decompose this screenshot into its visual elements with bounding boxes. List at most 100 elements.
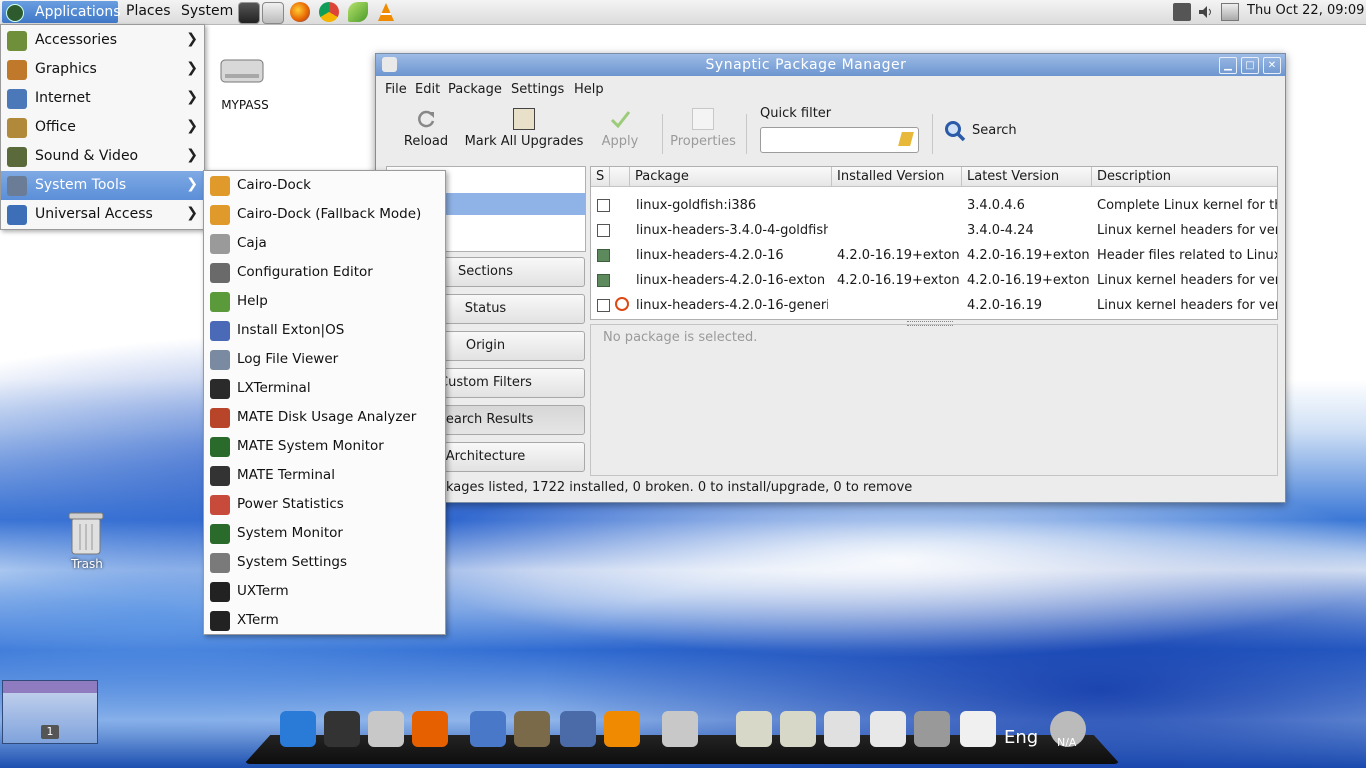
submenu-item[interactable]: Install Exton|OS xyxy=(204,316,445,345)
col-header-description[interactable]: Description xyxy=(1092,167,1277,187)
submenu-item[interactable]: MATE Disk Usage Analyzer xyxy=(204,403,445,432)
vlc-dock-icon[interactable] xyxy=(604,711,640,747)
pane-resize-handle[interactable] xyxy=(907,321,953,326)
menu-item-system-tools[interactable]: System Tools ❯ xyxy=(1,171,204,200)
submenu-item[interactable]: System Monitor xyxy=(204,519,445,548)
package-row[interactable]: linux-goldfish:i386 3.4.0.4.6 Complete Lin… xyxy=(591,193,1277,218)
gimp-icon[interactable] xyxy=(514,711,550,747)
synaptic-dock-icon[interactable] xyxy=(368,711,404,747)
submenu-item[interactable]: XTerm xyxy=(204,606,445,635)
menu-item-accessories[interactable]: Accessories ❯ xyxy=(1,26,204,55)
calculator-icon[interactable] xyxy=(560,711,596,747)
properties-button[interactable]: Properties xyxy=(668,108,738,149)
applications-menu-button[interactable]: Applications xyxy=(2,1,121,23)
search-tool-icon[interactable] xyxy=(824,711,860,747)
package-row[interactable]: linux-headers-3.4.0-4-goldfish 3.4.0-4.24… xyxy=(591,218,1277,243)
package-row[interactable]: linux-headers-4.2.0-16-exton 4.2.0-16.19+… xyxy=(591,268,1277,293)
package-installer-icon[interactable] xyxy=(662,711,698,747)
settings-window-icon[interactable] xyxy=(870,711,906,747)
monitor-icon[interactable] xyxy=(324,711,360,747)
submenu-item[interactable]: LXTerminal xyxy=(204,374,445,403)
network-status-label[interactable]: N/A xyxy=(1057,736,1076,749)
home-folder-icon[interactable] xyxy=(736,711,772,747)
package-row[interactable]: linux-headers-4.2.0-16-generic 4.2.0-16.1… xyxy=(591,293,1277,318)
submenu-item[interactable]: Cairo-Dock xyxy=(204,171,445,200)
firefox-dock-icon[interactable] xyxy=(412,711,448,747)
vlc-icon[interactable] xyxy=(376,2,396,22)
synaptic-titlebar[interactable]: Synaptic Package Manager ▁ □ ✕ xyxy=(376,54,1285,76)
folder-icon[interactable] xyxy=(780,711,816,747)
network-icon[interactable] xyxy=(1173,3,1191,21)
synaptic-icon[interactable] xyxy=(262,2,284,24)
col-header-status[interactable]: S xyxy=(591,167,610,187)
menu-item-office[interactable]: Office ❯ xyxy=(1,113,204,142)
submenu-item[interactable]: Power Statistics xyxy=(204,490,445,519)
drive-label[interactable]: MYPASS xyxy=(205,98,285,112)
system-menu[interactable]: System xyxy=(181,3,233,19)
submenu-item[interactable]: MATE Terminal xyxy=(204,461,445,490)
toolbar-separator xyxy=(662,114,663,154)
submenu-item-label: System Monitor xyxy=(237,525,343,541)
submenu-item[interactable]: Help xyxy=(204,287,445,316)
volume-dock-icon[interactable] xyxy=(914,711,950,747)
maximize-button[interactable]: □ xyxy=(1241,57,1259,74)
menu-item-sound-video[interactable]: Sound & Video ❯ xyxy=(1,142,204,171)
mark-all-upgrades-button[interactable]: Mark All Upgrades xyxy=(464,108,584,149)
quick-filter-input[interactable] xyxy=(760,127,919,153)
search-icon[interactable] xyxy=(944,120,966,142)
submenu-item[interactable]: Configuration Editor xyxy=(204,258,445,287)
submenu-item[interactable]: Log File Viewer xyxy=(204,345,445,374)
menu-file[interactable]: File xyxy=(385,82,407,97)
app-icon xyxy=(210,611,230,631)
submenu-item[interactable]: Caja xyxy=(204,229,445,258)
volume-icon[interactable] xyxy=(1197,3,1215,21)
package-row[interactable]: linux-headers-4.2.0-16 4.2.0-16.19+exton 4… xyxy=(591,243,1277,268)
apply-button[interactable]: Apply xyxy=(598,108,642,149)
clear-filter-icon[interactable] xyxy=(898,132,914,146)
menu-help[interactable]: Help xyxy=(574,82,604,97)
menu-item-universal-access[interactable]: Universal Access ❯ xyxy=(1,200,204,229)
submenu-item[interactable]: Cairo-Dock (Fallback Mode) xyxy=(204,200,445,229)
minimize-button[interactable]: ▁ xyxy=(1219,57,1237,74)
app-icon xyxy=(210,263,230,283)
top-panel: Applications Places System Thu Oct 22, 0… xyxy=(0,0,1366,25)
package-status-checkbox[interactable] xyxy=(597,224,610,237)
package-status-checkbox[interactable] xyxy=(597,249,610,262)
col-header-package[interactable]: Package xyxy=(630,167,832,187)
package-status-checkbox[interactable] xyxy=(597,199,610,212)
submenu-item[interactable]: System Settings xyxy=(204,548,445,577)
drive-icon[interactable] xyxy=(219,54,265,86)
package-status-checkbox[interactable] xyxy=(597,274,610,287)
menu-edit[interactable]: Edit xyxy=(415,82,440,97)
menu-settings[interactable]: Settings xyxy=(511,82,564,97)
menu-item-internet[interactable]: Internet ❯ xyxy=(1,84,204,113)
image-viewer-icon[interactable] xyxy=(470,711,506,747)
terminal-icon[interactable] xyxy=(238,2,260,24)
search-button[interactable]: Search xyxy=(972,123,1017,138)
workspace-switcher[interactable]: 1 xyxy=(2,680,98,744)
close-button[interactable]: ✕ xyxy=(1263,57,1281,74)
col-header-latest-version[interactable]: Latest Version xyxy=(962,167,1092,187)
submenu-item[interactable]: UXTerm xyxy=(204,577,445,606)
trash-icon[interactable] xyxy=(66,510,106,556)
reload-button[interactable]: Reload xyxy=(398,108,454,149)
submenu-item[interactable]: MATE System Monitor xyxy=(204,432,445,461)
trash-label[interactable]: Trash xyxy=(47,557,127,571)
switch-icon[interactable] xyxy=(960,711,996,747)
firefox-icon[interactable] xyxy=(290,2,310,22)
exton-icon[interactable] xyxy=(280,711,316,747)
menu-package[interactable]: Package xyxy=(448,82,502,97)
col-header-installed-version[interactable]: Installed Version xyxy=(832,167,962,187)
submenu-item-label: UXTerm xyxy=(237,583,289,599)
col-header-support[interactable] xyxy=(610,167,630,187)
places-menu[interactable]: Places xyxy=(126,3,171,19)
chevron-right-icon: ❯ xyxy=(186,147,198,163)
package-status-checkbox[interactable] xyxy=(597,299,610,312)
files-icon[interactable] xyxy=(1221,3,1239,21)
chrome-icon[interactable] xyxy=(319,2,339,22)
keyboard-layout-indicator[interactable]: Eng xyxy=(1004,727,1038,748)
clock[interactable]: Thu Oct 22, 09:09 xyxy=(1247,3,1364,18)
menu-item-graphics[interactable]: Graphics ❯ xyxy=(1,55,204,84)
leaf-icon[interactable] xyxy=(348,2,368,22)
cell-latest: 4.2.0-16.19+exton xyxy=(967,273,1090,288)
